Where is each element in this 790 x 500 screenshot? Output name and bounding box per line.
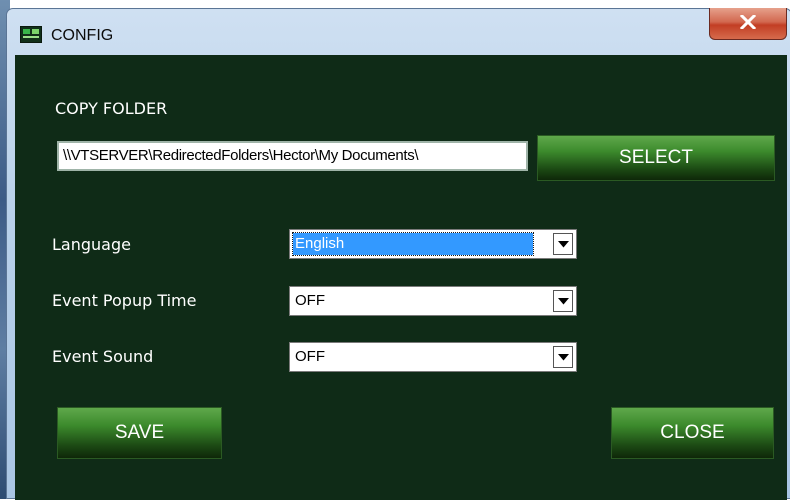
event-sound-dropdown-button[interactable] (553, 346, 573, 368)
copy-folder-label: COPY FOLDER (55, 99, 168, 118)
close-button-label: CLOSE (660, 422, 725, 443)
save-button-label: SAVE (114, 422, 165, 443)
select-folder-button[interactable]: SELECT (537, 135, 775, 181)
select-button-label: SELECT (619, 147, 693, 168)
event-popup-time-dropdown-button[interactable] (553, 290, 573, 312)
event-popup-time-value: OFF (295, 292, 325, 309)
language-select[interactable]: English (289, 229, 577, 259)
chevron-down-icon (558, 241, 569, 248)
config-window: CONFIG COPY FOLDER \\VTSERVER\Redirected… (6, 8, 790, 500)
window-title: CONFIG (51, 27, 114, 44)
window-close-button[interactable] (709, 8, 787, 40)
language-label: Language (52, 235, 131, 254)
copy-folder-path-input[interactable]: \\VTSERVER\RedirectedFolders\Hector\My D… (57, 141, 528, 171)
close-icon (740, 15, 756, 29)
save-button[interactable]: SAVE (57, 407, 222, 459)
event-sound-select[interactable]: OFF (289, 342, 577, 372)
event-popup-time-label: Event Popup Time (52, 291, 197, 310)
event-popup-time-select[interactable]: OFF (289, 286, 577, 316)
event-sound-label: Event Sound (52, 347, 154, 366)
language-dropdown-button[interactable] (553, 233, 573, 255)
title-bar[interactable]: CONFIG (7, 8, 790, 55)
chevron-down-icon (558, 298, 569, 305)
app-icon (20, 26, 42, 43)
language-selected-value: English (292, 232, 534, 256)
close-button[interactable]: CLOSE (611, 407, 774, 459)
chevron-down-icon (558, 354, 569, 361)
config-panel: COPY FOLDER \\VTSERVER\RedirectedFolders… (15, 55, 787, 500)
event-sound-value: OFF (295, 348, 325, 365)
